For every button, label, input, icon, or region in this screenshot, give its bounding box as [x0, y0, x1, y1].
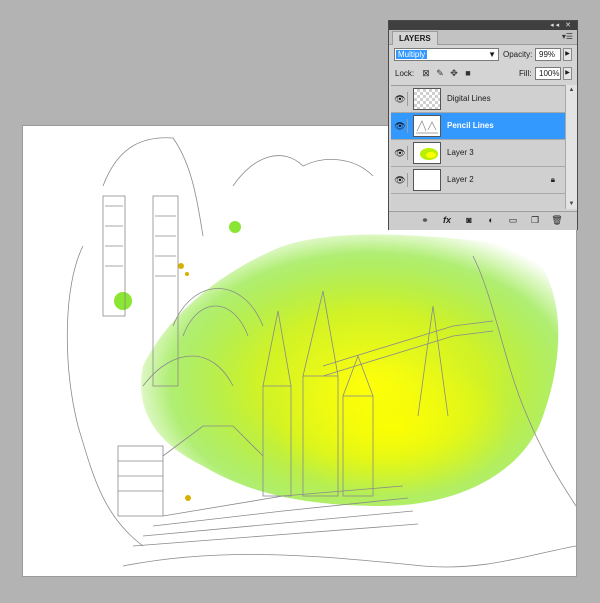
- panel-tab-row: LAYERS ▾☰: [389, 30, 577, 45]
- layer-row-layer-2[interactable]: 👁 Layer 2 🔒︎: [391, 167, 565, 194]
- layers-list: 👁 Digital Lines 👁 Pencil Lines 👁 Layer 3: [391, 85, 565, 210]
- layer-name: Pencil Lines: [447, 121, 494, 130]
- yellow-drop: [185, 272, 189, 276]
- green-splat: [114, 292, 132, 310]
- lock-label: Lock:: [395, 69, 415, 78]
- blend-mode-select[interactable]: Multiply ▼: [394, 48, 499, 61]
- layer-row-digital-lines[interactable]: 👁 Digital Lines: [391, 86, 565, 113]
- layers-scrollbar[interactable]: ▲ ▼: [565, 85, 577, 209]
- fill-label: Fill:: [519, 69, 532, 78]
- sketch-thumbnail: [416, 120, 438, 134]
- layer-row-pencil-lines[interactable]: 👁 Pencil Lines: [391, 113, 565, 140]
- layer-thumbnail: [413, 142, 441, 164]
- lock-pixels-icon[interactable]: ✎: [435, 67, 445, 79]
- link-layers-icon[interactable]: ⚭: [419, 214, 431, 226]
- layer-thumbnail: [413, 88, 441, 110]
- blend-opacity-row: Multiply ▼ Opacity: 99% ▶: [389, 45, 577, 63]
- layer-name: Digital Lines: [447, 94, 491, 103]
- collapse-close-icon[interactable]: ◂◂ ✕: [550, 21, 573, 30]
- blend-mode-value: Multiply: [396, 50, 428, 59]
- fx-icon[interactable]: fx: [441, 214, 453, 226]
- lock-fill-row: Lock: ⊠ ✎ ✥ ■ Fill: 100% ▶: [389, 67, 577, 83]
- visibility-eye-icon[interactable]: 👁: [393, 92, 408, 106]
- fill-input[interactable]: 100%: [535, 67, 561, 80]
- layer-name: Layer 3: [447, 148, 474, 157]
- opacity-slider-button[interactable]: ▶: [563, 48, 572, 61]
- lock-all-icon[interactable]: ■: [463, 67, 473, 79]
- layer-name: Layer 2: [447, 175, 474, 184]
- new-group-icon[interactable]: ▭: [507, 214, 519, 226]
- lock-position-icon[interactable]: ✥: [449, 67, 459, 79]
- scroll-up-icon[interactable]: ▲: [566, 85, 577, 95]
- visibility-eye-icon[interactable]: 👁: [393, 146, 408, 160]
- layers-panel[interactable]: ◂◂ ✕ LAYERS ▾☰ Multiply ▼ Opacity: 99% ▶…: [388, 20, 578, 230]
- visibility-eye-icon[interactable]: 👁: [393, 173, 408, 187]
- fill-slider-button[interactable]: ▶: [563, 67, 572, 80]
- opacity-input[interactable]: 99%: [535, 48, 561, 61]
- green-splat: [229, 221, 241, 233]
- add-mask-icon[interactable]: ◙: [463, 214, 475, 226]
- layers-footer: ⚭ fx ◙ ◐ ▭ ❐ 🗑︎: [389, 211, 577, 230]
- tab-layers[interactable]: LAYERS: [392, 31, 438, 45]
- chevron-down-icon: ▼: [488, 50, 496, 59]
- layer-thumbnail: [413, 169, 441, 191]
- yellow-drop: [178, 263, 184, 269]
- layer-thumbnail: [413, 115, 441, 137]
- new-layer-icon[interactable]: ❐: [529, 214, 541, 226]
- layer-row-layer-3[interactable]: 👁 Layer 3: [391, 140, 565, 167]
- layer-lock-icon: 🔒︎: [550, 175, 555, 184]
- panel-titlebar[interactable]: ◂◂ ✕: [389, 21, 577, 30]
- adjustment-layer-icon[interactable]: ◐: [485, 214, 497, 226]
- scroll-down-icon[interactable]: ▼: [566, 199, 577, 209]
- lock-transparent-icon[interactable]: ⊠: [421, 67, 431, 79]
- trash-icon[interactable]: 🗑︎: [551, 214, 563, 226]
- visibility-eye-icon[interactable]: 👁: [393, 119, 408, 133]
- panel-menu-icon[interactable]: ▾☰: [562, 32, 573, 41]
- yellow-drop: [185, 495, 191, 501]
- yellow-core: [273, 356, 513, 496]
- opacity-label: Opacity:: [503, 50, 533, 59]
- green-wash-thumbnail: [420, 148, 438, 160]
